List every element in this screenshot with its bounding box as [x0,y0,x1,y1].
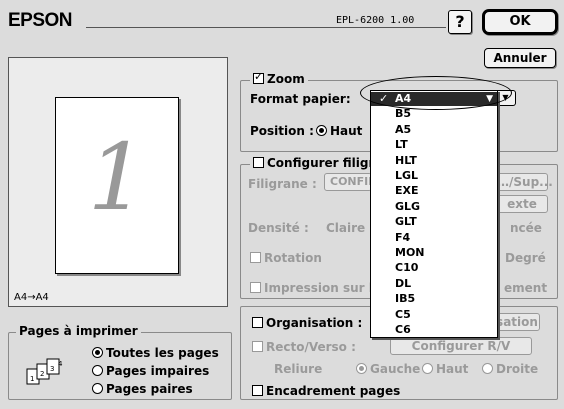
format-papier-label: Format papier: [250,92,351,106]
menu-item-lt[interactable]: LT [371,138,497,152]
menu-item-label: IB5 [395,292,416,306]
menu-item-ib5[interactable]: IB5 [371,292,497,306]
reliure-label: Reliure [274,362,323,376]
reliure-radio-haut[interactable]: Haut [422,362,468,376]
encadrement-checkbox[interactable]: Encadrement pages [252,384,400,398]
radio-indicator[interactable] [316,125,327,136]
menu-item-c5[interactable]: C5 [371,308,497,322]
watermark-checkbox[interactable]: Configurer filigra [250,156,386,170]
menu-item-c10[interactable]: C10 [371,261,497,275]
menu-item-label: C5 [395,307,411,321]
menu-item-label: HLT [395,153,417,167]
rotation-checkbox-box[interactable] [250,252,261,263]
radio-pages-paires[interactable]: Pages paires [92,382,193,396]
impression-checkbox-box[interactable] [250,282,261,293]
recto-verso-checkbox-box[interactable] [252,341,263,352]
organisation-button[interactable]: sation [494,313,540,331]
encadrement-checkbox-box[interactable] [252,385,263,396]
svg-text:1: 1 [30,375,34,383]
menu-item-mon[interactable]: MON [371,246,497,260]
rotation-checkbox[interactable]: Rotation [250,251,322,265]
menu-item-label: MON [395,246,425,259]
menu-item-glt[interactable]: GLT [371,215,497,229]
svg-text:3: 3 [50,365,54,373]
reliure-radio-droite[interactable]: Droite [482,362,538,376]
menu-item-a5[interactable]: A5 [371,123,497,137]
filigrane-select[interactable]: CONFIDI [324,173,381,191]
menu-item-f4[interactable]: F4 [371,231,497,245]
watermark-checkbox-box[interactable] [253,157,264,168]
header-divider [86,27,446,28]
help-button[interactable]: ? [448,10,472,34]
highlight-ellipse [360,76,512,110]
position-label: Position : [250,124,314,138]
radio-indicator[interactable] [482,363,493,374]
position-radio-haut[interactable]: Haut [316,124,362,138]
menu-item-label: EXE [395,184,419,198]
foncee-label: ncée [510,221,542,235]
ajouter-supprimer-button[interactable]: …/Sup... [496,173,553,191]
menu-item-label: A5 [395,122,412,136]
menu-item-lgl[interactable]: LGL [371,169,497,183]
epson-logo: EPSON [8,10,73,31]
radio-indicator[interactable] [92,365,103,376]
claire-label: Claire [326,221,366,235]
menu-item-glg[interactable]: GLG [371,200,497,214]
menu-item-label: LT [395,138,408,152]
organisation-checkbox[interactable]: Organisation : [252,316,362,330]
zoom-checkbox-box[interactable] [253,70,264,84]
menu-item-label: LGL [395,169,419,182]
radio-indicator[interactable] [422,363,433,374]
densite-label: Densité : [248,221,309,235]
pages-legend: Pages à imprimer [16,324,141,338]
degre-label: Degré [505,251,546,265]
svg-text:2: 2 [40,370,44,378]
texte-button[interactable]: exte [496,195,548,213]
annuler-button[interactable]: Annuler [484,48,556,68]
model-version-label: EPL-6200 1.00 [336,15,415,26]
radio-toutes-pages[interactable]: Toutes les pages [92,346,219,360]
menu-item-label: C6 [395,323,411,336]
menu-item-label: GLT [395,215,417,229]
menu-item-c6[interactable]: C6 [371,323,497,337]
configurer-rv-button[interactable]: Configurer R/V [390,337,532,355]
menu-item-label: C10 [395,261,419,275]
menu-item-label: B5 [395,107,412,121]
pages-stack-icon: 1 2 3 4 [26,358,63,385]
zoom-checkbox[interactable]: Zoom [250,70,308,86]
organisation-checkbox-box[interactable] [252,317,263,328]
ok-button[interactable]: OK [482,9,558,35]
menu-item-label: DL [395,276,412,290]
preview-page-number: 1 [87,124,147,231]
paper-size-menu: ✓ A4 ▼ B5 A5 LT HLT LGL EXE GLG GLT F4 MON C10 DL IB5 C5… [370,90,498,338]
menu-item-label: GLG [395,199,421,213]
radio-indicator[interactable] [92,347,103,358]
radio-indicator[interactable] [92,383,103,394]
menu-item-dl[interactable]: DL [371,277,497,291]
ement-label: ement [504,281,548,295]
svg-text:4: 4 [58,360,63,368]
menu-item-exe[interactable]: EXE [371,184,497,198]
menu-item-label: F4 [395,230,411,244]
menu-item-hlt[interactable]: HLT [371,154,497,168]
reliure-radio-gauche[interactable]: Gauche [356,362,420,376]
radio-pages-impaires[interactable]: Pages impaires [92,364,209,378]
recto-verso-checkbox[interactable]: Recto/Verso : [252,340,356,354]
paper-size-caption: A4→A4 [14,292,49,303]
impression-checkbox[interactable]: Impression sur la [250,281,381,295]
filigrane-label: Filigrane : [248,177,317,191]
radio-indicator[interactable] [356,363,367,374]
